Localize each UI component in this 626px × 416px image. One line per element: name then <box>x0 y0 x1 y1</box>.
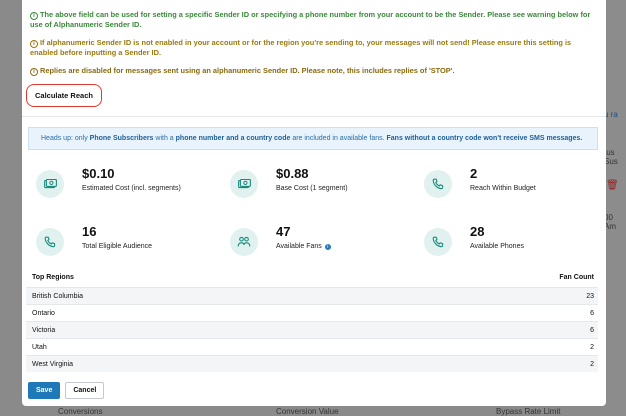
background-footer-bypass: Bypass Rate Limit <box>496 407 561 416</box>
modal-actions: Save Cancel <box>28 382 105 399</box>
table-row: British Columbia 23 <box>26 287 598 304</box>
stat-label: Available Fans i <box>276 243 331 250</box>
table-row: Ontario 6 <box>26 304 598 321</box>
region-name: Utah <box>32 343 47 351</box>
background-link: u ra <box>604 110 618 119</box>
money-icon <box>36 170 64 198</box>
column-header-region: Top Regions <box>32 274 74 281</box>
sender-id-notes: i The above field can be used for setting… <box>22 0 606 76</box>
stat-value: $0.88 <box>276 166 309 181</box>
stat-value: 2 <box>470 166 478 181</box>
stat-label: Available Phones <box>470 243 524 250</box>
stat-label: Base Cost (1 segment) <box>276 185 348 192</box>
stat-value: 16 <box>82 224 97 239</box>
table-row: Utah 2 <box>26 338 598 355</box>
phone-icon <box>424 228 452 256</box>
region-count: 6 <box>590 326 594 334</box>
region-count: 2 <box>590 360 594 368</box>
money-icon <box>230 170 258 198</box>
column-header-fan-count: Fan Count <box>559 274 594 281</box>
region-count: 6 <box>590 309 594 317</box>
table-header: Top Regions Fan Count <box>26 268 598 287</box>
people-icon <box>230 228 258 256</box>
phone-icon <box>36 228 64 256</box>
note-replies-disabled: i Replies are disabled for messages sent … <box>30 66 598 76</box>
region-name: British Columbia <box>32 292 83 300</box>
sms-modal: i The above field can be used for setting… <box>22 0 606 406</box>
top-regions-table: Top Regions Fan Count British Columbia 2… <box>26 268 598 372</box>
stat-label: Reach Within Budget <box>470 185 536 192</box>
background-status: tus Sus <box>604 148 618 166</box>
stat-value: 28 <box>470 224 485 239</box>
background-footer-conversions: Conversions <box>58 407 103 416</box>
phone-icon <box>424 170 452 198</box>
stat-label: Total Eligible Audience <box>82 243 153 250</box>
region-name: Victoria <box>32 326 56 334</box>
stat-total-eligible-audience: 16 Total Eligible Audience <box>28 224 208 260</box>
region-count: 23 <box>586 292 594 300</box>
stat-available-phones: 28 Available Phones <box>416 224 596 260</box>
info-icon: i <box>30 68 38 76</box>
phone-subscribers-banner: Heads up: only Phone Subscribers with a … <box>28 127 598 150</box>
table-row: West Virginia 2 <box>26 355 598 372</box>
background-time: 00 Am <box>604 213 616 231</box>
cancel-button[interactable]: Cancel <box>65 382 105 399</box>
save-button[interactable]: Save <box>28 382 61 399</box>
stat-label: Estimated Cost (incl. segments) <box>82 185 181 192</box>
region-name: Ontario <box>32 309 55 317</box>
background-footer-conversion-value: Conversion Value <box>276 407 339 416</box>
background-footer: Conversions Conversion Value Bypass Rate… <box>0 406 626 416</box>
stat-reach-within-budget: 2 Reach Within Budget <box>416 166 596 202</box>
trash-icon: 🗑 <box>606 180 619 191</box>
info-icon: i <box>30 12 38 20</box>
stat-value: 47 <box>276 224 291 239</box>
region-count: 2 <box>590 343 594 351</box>
stat-available-fans: 47 Available Fans i <box>222 224 402 260</box>
info-icon[interactable]: i <box>324 244 331 250</box>
stat-value: $0.10 <box>82 166 115 181</box>
note-sender-id: i The above field can be used for setting… <box>30 10 591 29</box>
table-row: Victoria 6 <box>26 321 598 338</box>
note-alphanumeric-warning: i If alphanumeric Sender ID is not enable… <box>30 38 572 57</box>
stat-estimated-cost: $0.10 Estimated Cost (incl. segments) <box>28 166 208 202</box>
divider <box>22 116 606 117</box>
info-icon: i <box>30 40 38 48</box>
stat-base-cost: $0.88 Base Cost (1 segment) <box>222 166 402 202</box>
region-name: West Virginia <box>32 360 73 368</box>
calculate-reach-button[interactable]: Calculate Reach <box>26 84 102 107</box>
